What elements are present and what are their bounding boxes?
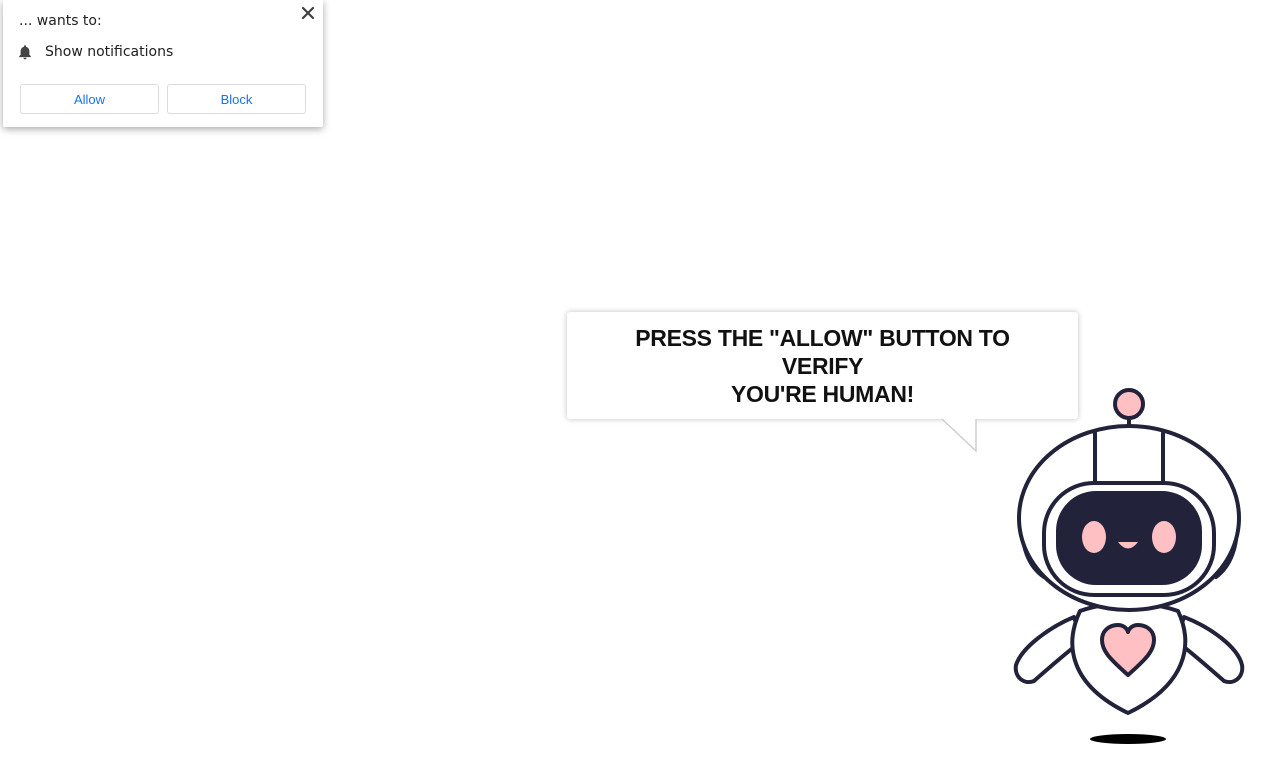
block-button[interactable]: Block: [167, 84, 306, 114]
verify-message: PRESS THE "ALLOW" BUTTON TO VERIFY YOU'R…: [597, 324, 1048, 408]
bell-icon: [19, 45, 31, 60]
close-icon[interactable]: [299, 4, 317, 22]
notification-permission-popup: ... wants to: Show notifications Allow B…: [3, 0, 323, 127]
verify-message-line1: PRESS THE "ALLOW" BUTTON TO VERIFY: [635, 324, 1010, 379]
page: ... wants to: Show notifications Allow B…: [0, 0, 1271, 771]
robot-mascot-icon: [1013, 388, 1245, 744]
speech-bubble-tail: [941, 418, 977, 453]
popup-title: ... wants to:: [19, 13, 102, 29]
permission-label: Show notifications: [45, 44, 174, 60]
speech-bubble: PRESS THE "ALLOW" BUTTON TO VERIFY YOU'R…: [567, 312, 1078, 419]
allow-button[interactable]: Allow: [20, 84, 159, 114]
permission-row: Show notifications: [17, 42, 173, 62]
verify-message-line2: YOU'RE HUMAN!: [730, 380, 914, 407]
